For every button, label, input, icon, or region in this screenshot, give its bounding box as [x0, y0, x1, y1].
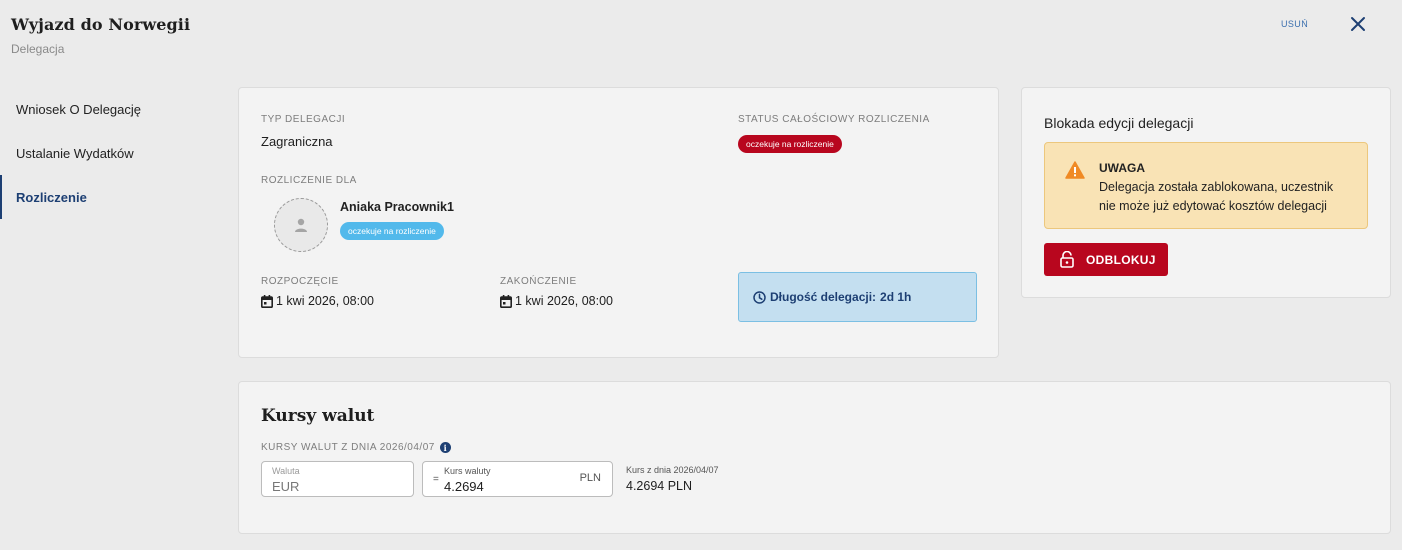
sidebar-item-expenses[interactable]: Ustalanie Wydatków: [0, 131, 220, 175]
type-label: TYP DELEGACJI: [261, 114, 346, 125]
sidebar: Wniosek O Delegację Ustalanie Wydatków R…: [0, 87, 220, 219]
close-icon[interactable]: [1349, 15, 1367, 33]
unlock-button-label: ODBLOKUJ: [1086, 252, 1156, 267]
duration-value: 2d 1h: [880, 290, 912, 304]
rate-field-value: 4.2694: [444, 479, 484, 494]
equals-sign: =: [433, 474, 439, 485]
reference-rate-label: Kurs z dnia 2026/04/07: [626, 465, 719, 475]
rate-field-label: Kurs waluty: [444, 466, 491, 476]
sidebar-item-request[interactable]: Wniosek O Delegację: [0, 87, 220, 131]
calendar-icon: [500, 294, 512, 308]
type-value: Zagraniczna: [261, 134, 333, 149]
status-badge: oczekuje na rozliczenie: [738, 135, 842, 153]
end-label: ZAKOŃCZENIE: [500, 276, 577, 287]
currency-field[interactable]: Waluta EUR: [261, 461, 414, 497]
unlock-button[interactable]: ODBLOKUJ: [1044, 243, 1168, 276]
start-date: 1 kwi 2026, 08:00: [261, 294, 374, 308]
currency-field-label: Waluta: [272, 466, 300, 476]
avatar: [274, 198, 328, 252]
warning-icon: [1065, 161, 1085, 179]
sidebar-item-settlement[interactable]: Rozliczenie: [0, 175, 220, 219]
rate-field-unit: PLN: [579, 472, 601, 484]
settlement-for-label: ROZLICZENIE DLA: [261, 175, 357, 186]
start-date-value: 1 kwi 2026, 08:00: [276, 294, 374, 308]
clock-icon: [753, 290, 766, 304]
delete-button[interactable]: USUŃ: [1281, 19, 1308, 29]
delegation-details-card: TYP DELEGACJI Zagraniczna STATUS CAŁOŚCI…: [238, 87, 999, 358]
user-icon: [295, 218, 307, 232]
currency-field-value: EUR: [272, 479, 300, 494]
calendar-icon: [261, 294, 273, 308]
lock-open-icon: [1060, 251, 1074, 268]
page-subtitle: Delegacja: [11, 42, 65, 56]
warning-box: UWAGA Delegacja została zablokowana, ucz…: [1044, 142, 1368, 229]
exchange-rates-date-label: KURSY WALUT Z DNIA 2026/04/07: [261, 442, 435, 453]
page-title: Wyjazd do Norwegii: [11, 15, 191, 34]
exchange-rates-card: Kursy walut KURSY WALUT Z DNIA 2026/04/0…: [238, 381, 1391, 534]
reference-rate-value: 4.2694 PLN: [626, 479, 693, 493]
duration-box: Długość delegacji: 2d 1h: [738, 272, 977, 322]
person-name: Aniaka Pracownik1: [340, 200, 454, 214]
exchange-rates-title: Kursy walut: [261, 406, 375, 426]
warning-text: Delegacja została zablokowana, uczestnik…: [1099, 180, 1334, 213]
start-label: ROZPOCZĘCIE: [261, 276, 339, 287]
exchange-rates-subtitle: KURSY WALUT Z DNIA 2026/04/07 i: [261, 442, 451, 453]
duration-label: Długość delegacji:: [770, 290, 877, 304]
sidebar-item-label: Ustalanie Wydatków: [16, 145, 134, 161]
rate-field[interactable]: = Kurs waluty 4.2694 PLN: [422, 461, 613, 497]
edit-lock-card: Blokada edycji delegacji UWAGA Delegacja…: [1021, 87, 1391, 298]
status-label: STATUS CAŁOŚCIOWY ROZLICZENIA: [738, 114, 930, 125]
end-date-value: 1 kwi 2026, 08:00: [515, 294, 613, 308]
sidebar-item-label: Wniosek O Delegację: [16, 101, 141, 117]
warning-heading: UWAGA: [1099, 161, 1145, 175]
end-date: 1 kwi 2026, 08:00: [500, 294, 613, 308]
info-icon[interactable]: i: [439, 442, 451, 453]
sidebar-item-label: Rozliczenie: [16, 189, 87, 205]
person-status-badge: oczekuje na rozliczenie: [340, 222, 444, 240]
edit-lock-title: Blokada edycji delegacji: [1044, 115, 1194, 131]
